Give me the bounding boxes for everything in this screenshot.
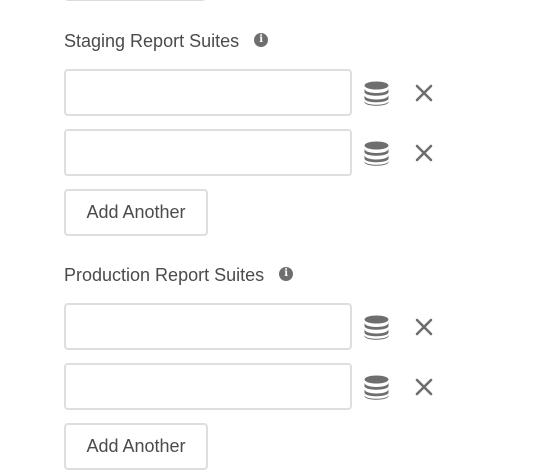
database-icon[interactable] [364, 81, 389, 106]
production-label-text: Production Report Suites [64, 265, 265, 285]
database-icon[interactable] [364, 315, 389, 340]
staging-label-text: Staging Report Suites [64, 31, 240, 51]
production-report-suite-input-2[interactable] [64, 363, 352, 410]
close-icon[interactable] [414, 317, 434, 337]
production-add-another-button[interactable]: Add Another [64, 423, 208, 470]
staging-field-row-1 [64, 69, 433, 116]
production-field-row-1 [64, 303, 433, 350]
previous-add-button-edge[interactable] [64, 0, 206, 1]
database-icon[interactable] [364, 141, 389, 166]
staging-report-suite-input-2[interactable] [64, 129, 352, 176]
close-icon[interactable] [414, 377, 434, 397]
info-icon[interactable]: i [254, 32, 269, 47]
close-icon[interactable] [414, 83, 434, 103]
staging-add-another-button[interactable]: Add Another [64, 189, 208, 236]
production-report-suites-label: Production Report Suites i [64, 265, 294, 286]
production-field-row-2 [64, 363, 433, 410]
production-report-suite-input-1[interactable] [64, 303, 352, 350]
staging-report-suites-label: Staging Report Suites i [64, 31, 269, 52]
database-icon[interactable] [364, 375, 389, 400]
staging-field-row-2 [64, 129, 433, 176]
info-icon[interactable]: i [279, 266, 294, 281]
close-icon[interactable] [414, 143, 434, 163]
report-suites-panel: Staging Report Suites i Add Another Prod… [0, 0, 537, 473]
staging-report-suite-input-1[interactable] [64, 69, 352, 116]
